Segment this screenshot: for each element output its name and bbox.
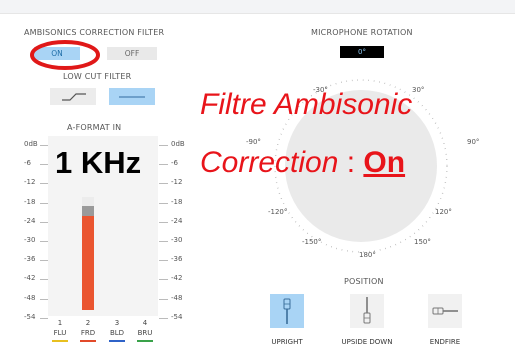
meter-scale-right-label: 0dB: [171, 140, 185, 148]
meter-scale-right-label: -54: [171, 312, 183, 321]
overlay-line-2-prefix: Correction: [200, 146, 339, 179]
meter-scale-left-tick: [40, 202, 48, 204]
mic-upside-down-icon: [363, 297, 371, 324]
overlay-line-1: Filtre Ambisonic: [200, 88, 413, 121]
meter-scale-left-label: -6: [24, 159, 31, 168]
meter-scale-right-label: -12: [171, 178, 183, 187]
meter-peak-ch2: [82, 206, 94, 216]
channel-2-color-line: [80, 340, 96, 342]
meter-scale-left-tick: [40, 183, 48, 185]
channel-4-color-line: [137, 340, 153, 342]
channel-1-name: FLU: [53, 329, 67, 337]
position-title: POSITION: [344, 277, 384, 286]
high-pass-curve-icon: [62, 93, 86, 101]
mic-upright-icon: [283, 298, 291, 324]
overlay-line-2-value: On: [363, 146, 406, 179]
meter-scale-left-tick: [40, 221, 48, 223]
rotation-title: MICROPHONE ROTATION: [311, 28, 413, 37]
upright-button[interactable]: [270, 294, 304, 328]
channel-1-color-line: [52, 340, 68, 342]
channel-3-number: 3: [114, 319, 120, 327]
upright-label: UPRIGHT: [271, 338, 303, 346]
channel-1-number: 1: [57, 319, 63, 327]
top-bar: [0, 0, 515, 14]
channel-4-name: BRU: [137, 329, 153, 337]
meter-scale-right-tick: [159, 221, 168, 223]
endfire-label: ENDFIRE: [429, 338, 461, 346]
meter-scale-right-tick: [159, 317, 168, 319]
meter-scale-left-label: -36: [24, 255, 36, 264]
rotation-tick-180: 180°: [359, 251, 376, 259]
meter-scale-left-tick: [40, 279, 48, 281]
rotation-tick-n120: -120°: [268, 208, 288, 216]
overlay-line-2-sep: :: [338, 146, 364, 179]
rotation-value-display: 0°: [340, 46, 384, 58]
meter-scale-right-label: -24: [171, 216, 183, 225]
meter-scale-left-tick: [40, 145, 48, 146]
correction-off-button[interactable]: OFF: [107, 47, 157, 60]
meter-scale-right-label: -30: [171, 236, 183, 244]
meter-scale-left-label: -54: [24, 312, 36, 321]
meter-scale-left-label: -12: [24, 178, 36, 187]
meter-scale-left-tick: [40, 164, 48, 166]
meter-scale-right-tick: [159, 260, 168, 262]
meter-scale-left-label: -18: [24, 197, 36, 206]
channel-3-color-line: [109, 340, 125, 342]
meter-scale-right-label: -36: [171, 255, 183, 264]
meter-scale-left-tick: [40, 260, 48, 262]
aformat-title: A-FORMAT IN: [67, 123, 122, 132]
meter-scale-right-tick: [159, 202, 168, 204]
meter-scale-right-tick: [159, 164, 168, 166]
endfire-button[interactable]: [428, 294, 462, 328]
channel-2-number: 2: [85, 319, 91, 327]
meter-scale-left-label: -30: [24, 236, 36, 244]
meter-scale-right-tick: [159, 145, 168, 146]
meter-scale-left-label: -24: [24, 216, 36, 225]
channel-3-name: BLD: [109, 329, 125, 337]
meter-scale-right-label: -42: [171, 274, 183, 283]
meter-scale-right-tick: [159, 298, 168, 300]
rotation-tick-p150: 150°: [414, 238, 431, 246]
upside-down-button[interactable]: [350, 294, 384, 328]
upside-down-label: UPSIDE DOWN: [341, 338, 393, 346]
meter-scale-right-tick: [159, 183, 168, 185]
rotation-tick-p30: 30°: [412, 86, 425, 94]
rotation-tick-n90: -90°: [246, 138, 261, 146]
low-cut-enabled-button[interactable]: [50, 88, 96, 105]
meter-scale-left-tick: [40, 241, 48, 242]
meter-scale-right-tick: [159, 279, 168, 281]
low-cut-title: LOW CUT FILTER: [63, 72, 132, 81]
rotation-tick-p120: 120°: [435, 208, 452, 216]
rotation-tick-n150: -150°: [302, 238, 322, 246]
overlay-line-2: Correction : On: [200, 146, 405, 180]
mic-endfire-icon: [432, 307, 458, 315]
channel-4-number: 4: [142, 319, 148, 327]
meter-scale-right-label: -48: [171, 293, 183, 302]
meter-bar-ch2-fill: [82, 216, 94, 310]
rotation-tick-p90: 90°: [467, 138, 480, 146]
low-cut-flat-button[interactable]: [109, 88, 155, 105]
meter-scale-right-label: -6: [171, 159, 178, 168]
meter-scale-right-tick: [159, 241, 168, 242]
meter-scale-left-tick: [40, 298, 48, 300]
meter-scale-left-tick: [40, 317, 48, 319]
correction-filter-title: AMBISONICS CORRECTION FILTER: [24, 28, 165, 37]
meter-scale-right-label: -18: [171, 197, 183, 206]
channel-2-name: FRD: [80, 329, 96, 337]
meter-scale-left-label: -48: [24, 293, 36, 302]
frequency-overlay: 1 KHz: [55, 145, 142, 180]
meter-scale-left-label: -42: [24, 274, 36, 283]
flat-curve-icon: [119, 96, 145, 98]
highlight-circle: [30, 40, 100, 70]
meter-scale-left-label: 0dB: [24, 140, 38, 148]
